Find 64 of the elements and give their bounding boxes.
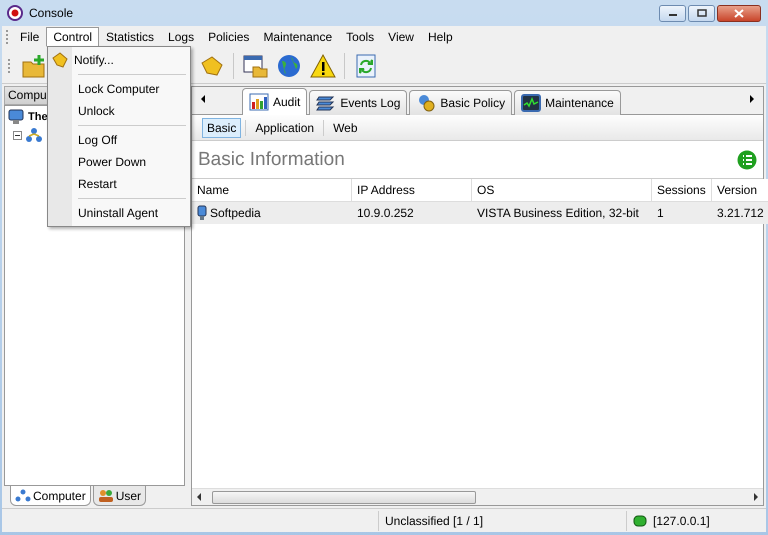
menu-item[interactable]: Help [420,27,460,47]
menu-item[interactable]: File [13,27,46,47]
menu-item[interactable]: Maintenance [256,27,340,47]
menu-item[interactable]: Tools [339,27,382,47]
right-arrow-icon [749,94,755,104]
folder-plus-icon [21,52,47,78]
app-icon [7,5,23,21]
menu-option[interactable]: Log Off [48,129,190,151]
connection-status-icon [633,514,647,526]
menu-option[interactable]: Restart [48,173,190,195]
tab[interactable]: Maintenance [514,90,621,115]
menu-option[interactable]: Power Down [48,151,190,173]
bar-chart-icon [249,92,269,112]
menu-item[interactable]: Statistics [99,27,162,47]
left-arrow-icon [200,94,206,104]
network-computer-icon [7,109,25,125]
table-cell: 1 [652,202,712,224]
column-header[interactable]: IP Address [352,179,472,202]
table-cell: 10.9.0.252 [352,202,472,224]
horizontal-scrollbar[interactable] [192,488,763,505]
tab[interactable]: Audit [242,88,308,115]
monitor-graph-icon [521,93,542,113]
column-header[interactable]: OS [472,179,652,202]
maximize-button[interactable] [688,4,715,22]
warning-icon [310,52,336,78]
tree-item[interactable]: The [28,111,48,123]
status-text: Unclassified [1 / 1] [378,510,626,530]
network-group-icon [25,127,43,143]
menu-item[interactable]: Control [46,27,100,47]
menu-option[interactable]: Uninstall Agent [48,202,190,224]
close-button[interactable] [717,4,761,22]
sub-tab[interactable]: Basic [202,118,242,138]
column-header[interactable]: Sessions [652,179,712,202]
panel-tab[interactable]: Computer [10,486,91,506]
close-icon [734,8,744,18]
table-cell: 3.21.712 [712,202,768,224]
left-arrow-icon [196,493,202,501]
panel-tab[interactable]: User [92,486,146,506]
list-icon[interactable] [737,150,757,170]
table-cell: VISTA Business Edition, 32-bit [472,202,652,224]
network-icon [15,488,31,502]
sub-tab[interactable]: Web [328,118,363,138]
right-arrow-icon [753,493,759,501]
status-address: [127.0.0.1] [653,514,710,528]
maximize-icon [696,9,706,17]
menu-item[interactable]: Policies [201,27,256,47]
section-title: Basic Information [198,148,346,170]
menu-item[interactable]: Logs [161,27,202,47]
window-title: Console [29,6,74,20]
collapse-icon[interactable] [13,130,22,140]
column-header[interactable]: Name [192,179,352,202]
tab[interactable]: Events Log [309,90,408,115]
menu-item[interactable]: View [381,27,421,47]
window-folder-icon [242,52,268,78]
cell-text: Softpedia [210,206,261,220]
computer-icon [197,205,207,221]
sub-tab[interactable]: Application [250,118,320,138]
menu-option[interactable]: Notify... [48,49,190,71]
users-icon [98,488,114,502]
globe-icon [276,52,302,78]
scrollbar-thumb[interactable] [212,490,476,504]
column-header[interactable]: Version [712,179,768,202]
minimize-button[interactable] [659,4,686,22]
tab[interactable]: Basic Policy [409,90,512,115]
